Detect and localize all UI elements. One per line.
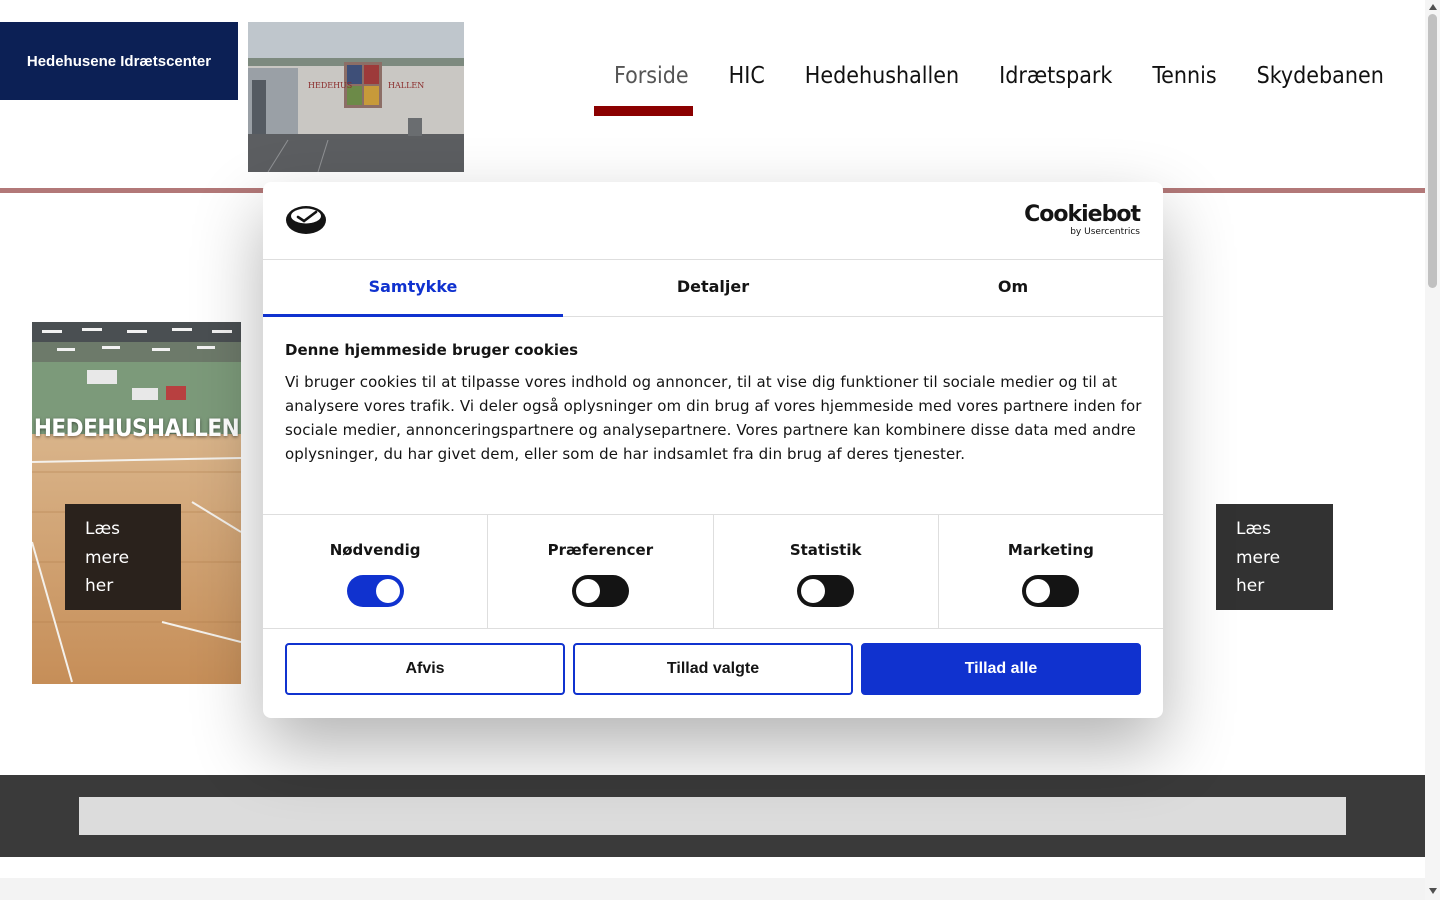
read-more-text: Læs [85, 519, 121, 539]
tile-title: HEDEHUSHALLEN [33, 414, 240, 442]
cookiebot-brand-name: Cookiebot [1024, 202, 1141, 227]
dialog-buttons: Afvis Tillad valgte Tillad alle [285, 643, 1141, 695]
read-more-text: her [1236, 576, 1265, 596]
toggle-label-necessary: Nødvendig [329, 541, 421, 559]
read-more-text: her [85, 576, 114, 596]
toggle-label-preferences: Præferencer [547, 541, 654, 559]
nav-idraetspark[interactable]: Idrætspark [979, 56, 1132, 96]
footer-placeholder-bar [79, 797, 1346, 835]
toggle-label-marketing: Marketing [1007, 541, 1094, 559]
scroll-down-arrow-icon[interactable] [1427, 886, 1438, 896]
toggle-group-necessary: Nødvendig [263, 515, 489, 628]
cookie-eye-logo-icon [285, 204, 327, 240]
read-more-text: mere [1236, 547, 1281, 568]
toggle-knob [1026, 579, 1051, 603]
decline-button[interactable]: Afvis [285, 643, 565, 695]
toggle-necessary[interactable] [346, 575, 404, 607]
consent-toggles: Nødvendig Præferencer Statistik Marketin… [263, 514, 1163, 629]
cookiebot-brand-logo[interactable]: Cookiebot by Usercentrics [1024, 202, 1141, 238]
allow-selected-button[interactable]: Tillad valgte [573, 643, 853, 695]
dialog-header: Cookiebot by Usercentrics [263, 182, 1163, 260]
scrollbar-thumb[interactable] [1428, 14, 1437, 288]
read-more-text: mere [85, 547, 130, 568]
nav-hedehushallen[interactable]: Hedehushallen [785, 56, 979, 96]
dialog-title: Denne hjemmeside bruger cookies [285, 341, 579, 359]
nav-skydebanen[interactable]: Skydebanen [1237, 56, 1404, 96]
site-logo-text: Hedehusene Idrætscenter [26, 52, 212, 70]
toggle-group-preferences: Præferencer [488, 515, 714, 628]
nav-tennis[interactable]: Tennis [1132, 56, 1236, 96]
footer-light-band [0, 878, 1425, 900]
tile-hedehushallen[interactable]: HEDEHUSHALLEN [32, 322, 241, 684]
toggle-knob [375, 579, 400, 603]
toggle-knob [575, 579, 600, 603]
toggle-label-statistics: Statistik [789, 541, 862, 559]
dialog-body: Denne hjemmeside bruger cookies Vi bruge… [285, 340, 1145, 466]
cookiebot-brand-sub: by Usercentrics [1070, 227, 1140, 237]
nav-hic[interactable]: HIC [709, 56, 785, 96]
nav-forside[interactable]: Forside [594, 56, 709, 96]
dialog-tabs: Samtykke Detaljer Om [263, 260, 1163, 317]
dialog-description: Vi bruger cookies til at tilpasse vores … [285, 373, 1142, 463]
nav-active-indicator [594, 106, 693, 116]
toggle-knob [801, 579, 826, 603]
tab-samtykke[interactable]: Samtykke [263, 260, 563, 317]
allow-all-button[interactable]: Tillad alle [861, 643, 1141, 695]
scroll-up-arrow-icon[interactable] [1427, 2, 1438, 12]
toggle-group-statistics: Statistik [714, 515, 939, 628]
tab-detaljer[interactable]: Detaljer [563, 260, 863, 316]
site-logo[interactable]: Hedehusene Idrætscenter [0, 22, 238, 100]
sign-text-right: HALLEN [388, 81, 424, 90]
toggle-marketing[interactable] [1022, 575, 1080, 607]
read-more-text: Læs [1236, 519, 1272, 539]
read-more-button-right[interactable]: Læs mere her [1216, 504, 1333, 610]
toggle-group-marketing: Marketing [939, 515, 1163, 628]
toggle-statistics[interactable] [797, 575, 855, 607]
tab-om[interactable]: Om [863, 260, 1163, 316]
read-more-button-left[interactable]: Læs mere her [65, 504, 181, 610]
toggle-preferences[interactable] [571, 575, 629, 607]
main-nav: Forside HIC Hedehushallen Idrætspark Ten… [594, 56, 1440, 96]
header-photo-hedehushallen: HEDEHUS HALLEN [248, 22, 464, 172]
sign-text-left: HEDEHUS [308, 81, 352, 90]
cookie-consent-dialog: Cookiebot by Usercentrics Samtykke Detal… [263, 182, 1163, 718]
